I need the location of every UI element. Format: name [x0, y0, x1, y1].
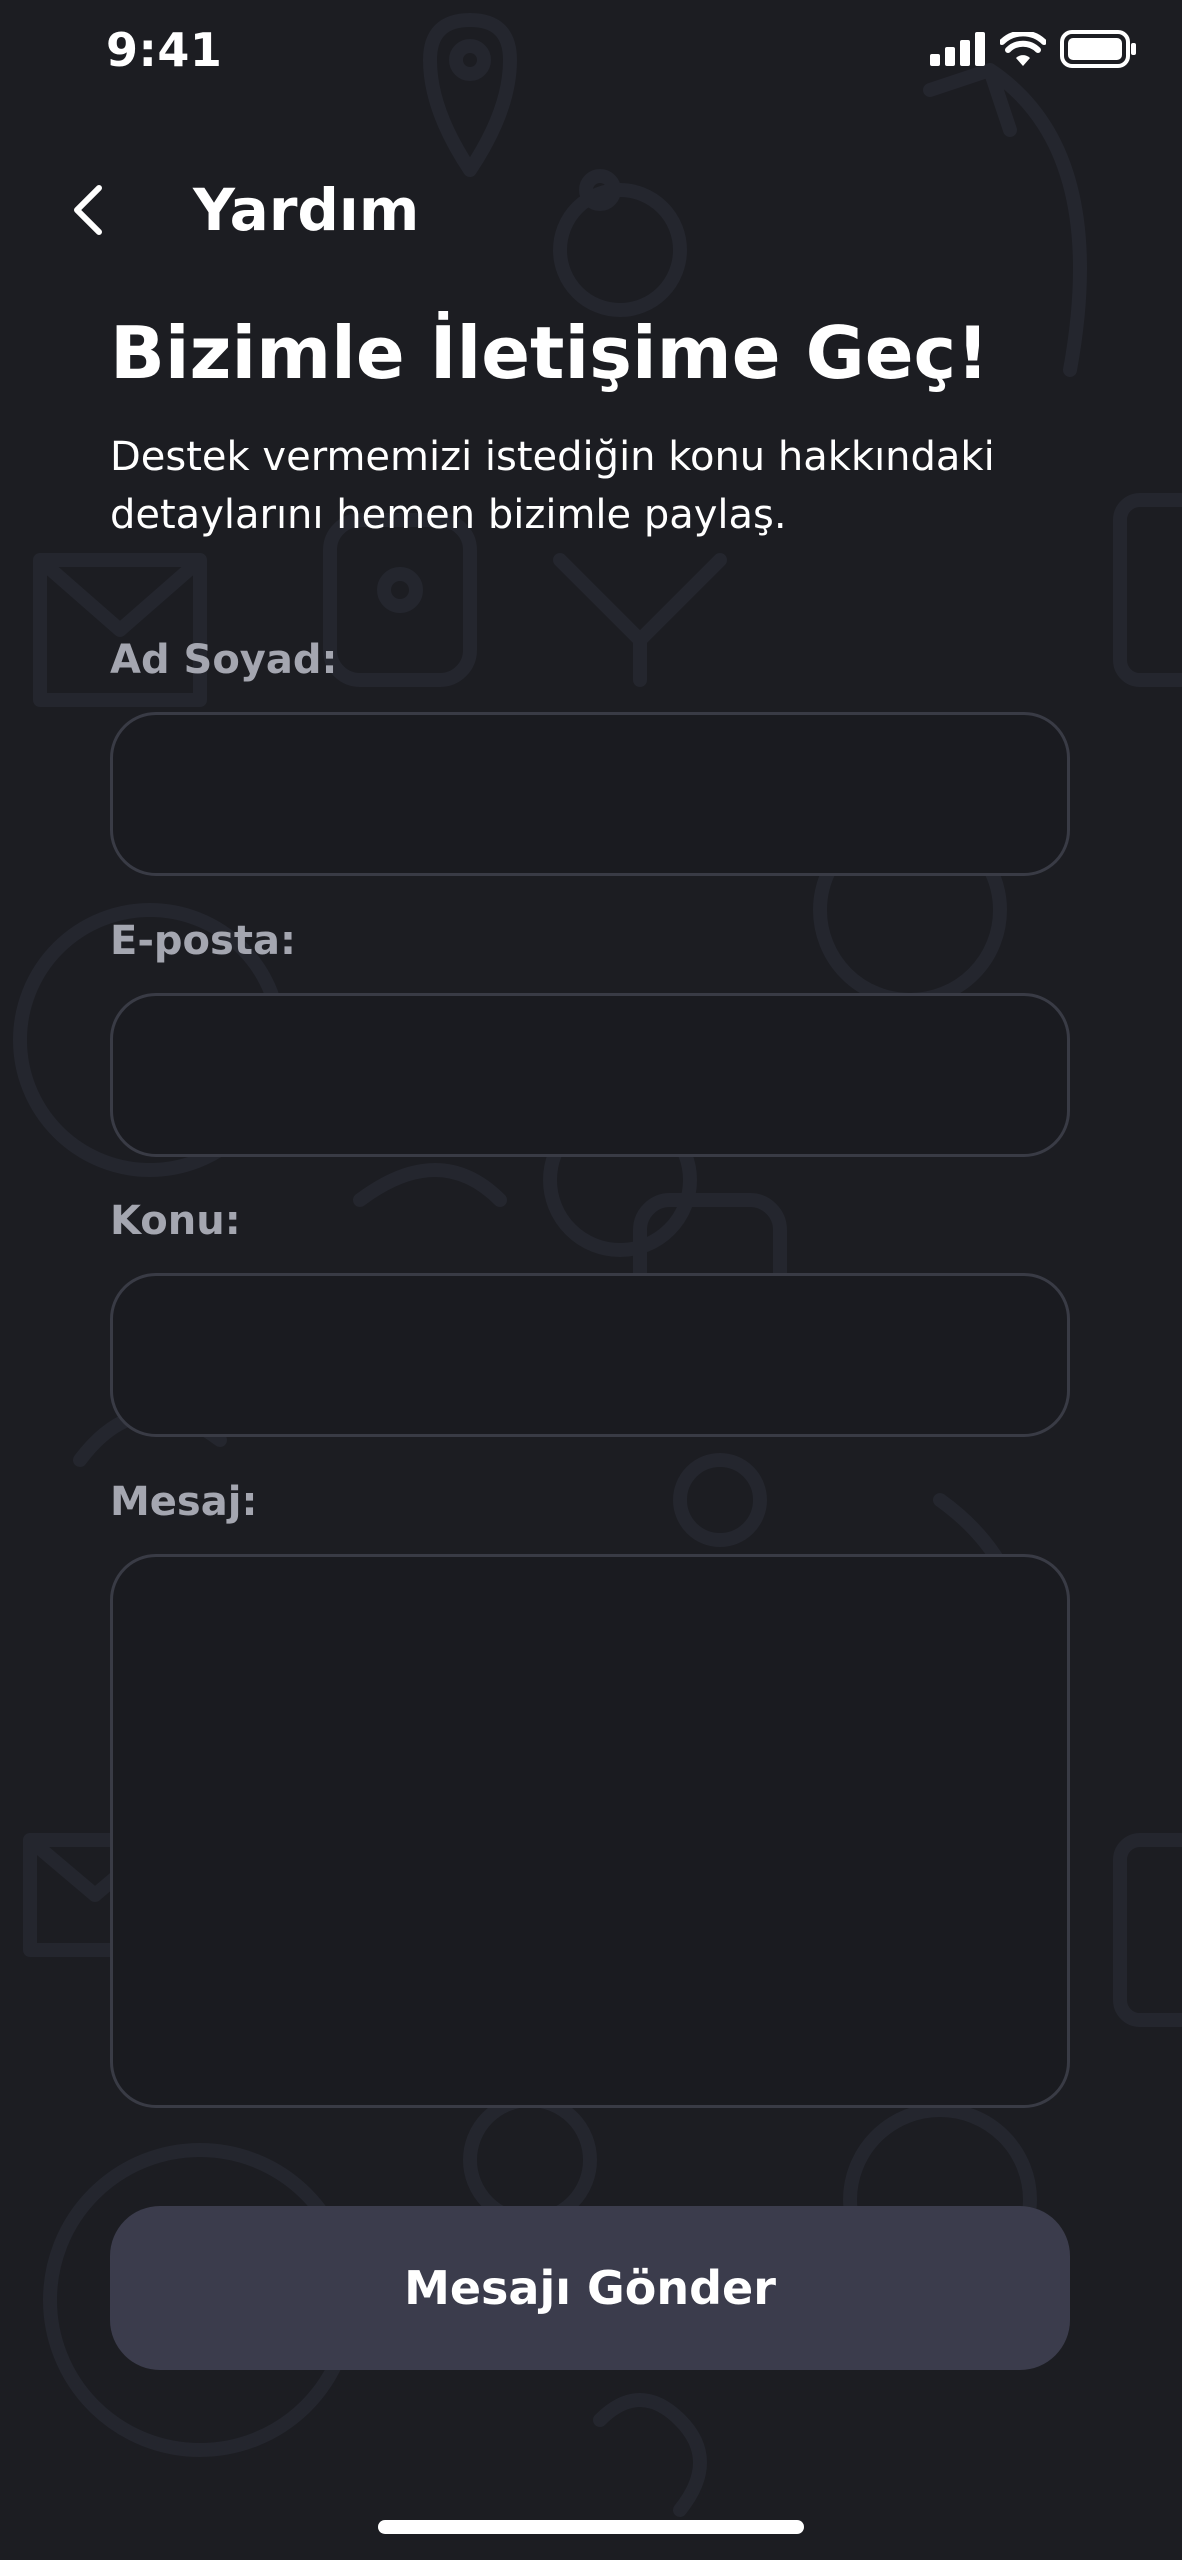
back-button[interactable] — [58, 170, 118, 250]
page-subtitle: Destek vermemizi istediğin konu hakkında… — [110, 434, 995, 538]
message-field[interactable] — [110, 1554, 1070, 2108]
message-label: Mesaj: — [110, 1479, 258, 1525]
email-label: E-posta: — [110, 918, 296, 964]
wifi-icon — [1000, 32, 1046, 66]
page-title: Bizimle İletişime Geç! — [110, 311, 990, 395]
home-indicator — [378, 2520, 804, 2534]
email-field[interactable] — [110, 993, 1070, 1157]
subject-label: Konu: — [110, 1198, 241, 1244]
status-time: 9:41 — [106, 23, 223, 77]
cellular-signal-icon — [930, 32, 985, 66]
name-field[interactable] — [110, 712, 1070, 876]
subject-field[interactable] — [110, 1273, 1070, 1437]
help-contact-screen: 9:41 Yardım Bizimle İletişime Geç! Deste… — [0, 0, 1182, 2560]
header-title: Yardım — [193, 176, 420, 244]
battery-icon — [1060, 30, 1136, 68]
name-label: Ad Soyad: — [110, 637, 338, 683]
status-icons — [930, 26, 1138, 72]
send-message-button[interactable]: Mesajı Gönder — [110, 2206, 1070, 2370]
chevron-left-icon — [74, 185, 102, 235]
